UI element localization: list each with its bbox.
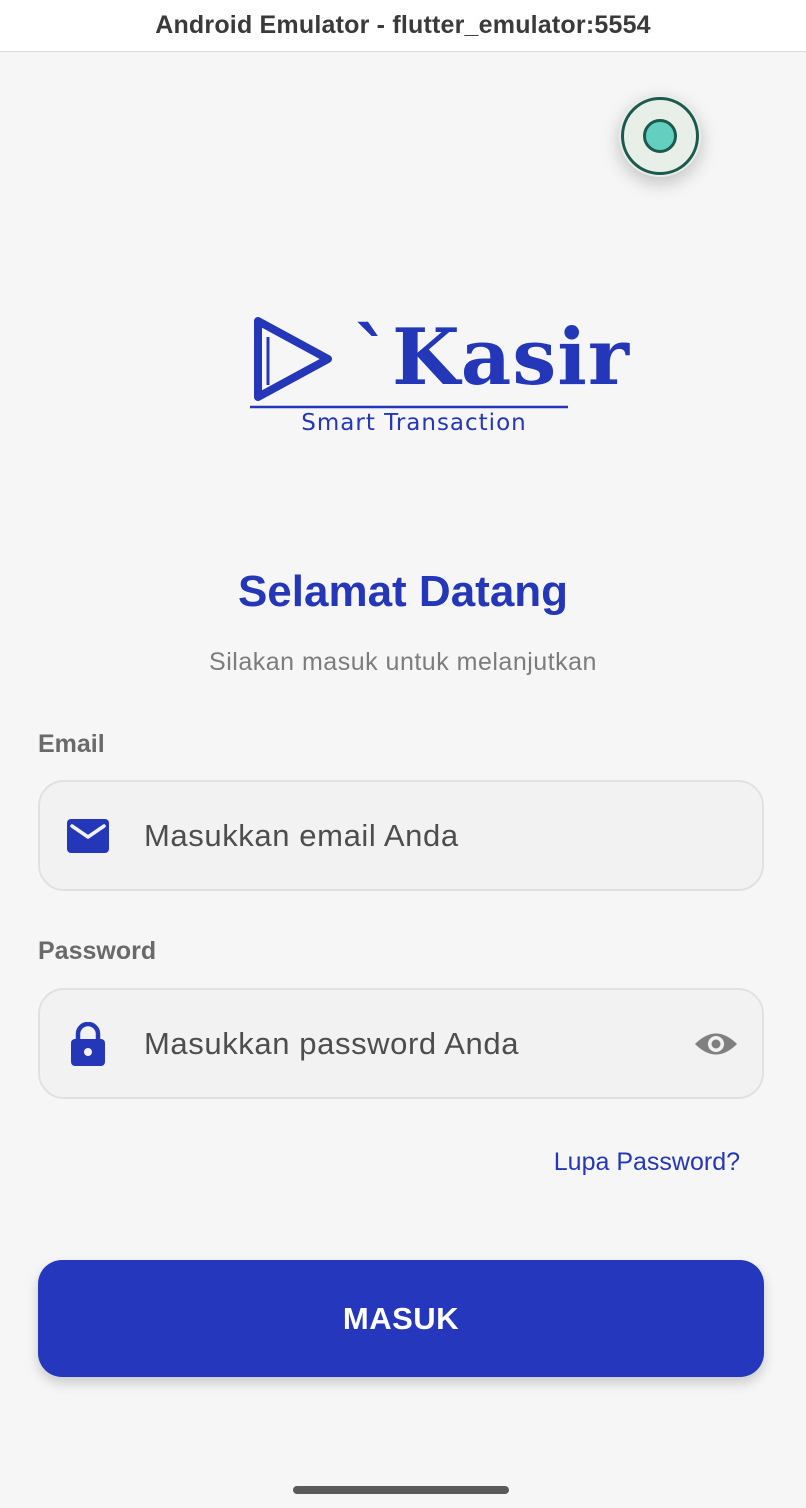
home-indicator[interactable] <box>293 1486 509 1494</box>
mail-icon <box>66 814 110 858</box>
password-label: Password <box>38 937 157 965</box>
email-input[interactable] <box>144 782 674 889</box>
welcome-subtitle: Silakan masuk untuk melanjutkan <box>209 648 597 676</box>
login-screen: `Kasir Smart Transaction Selamat Datang … <box>0 53 806 1508</box>
password-input[interactable] <box>144 990 674 1097</box>
lock-icon <box>66 1021 110 1066</box>
login-button[interactable]: MASUK <box>38 1260 764 1377</box>
email-label: Email <box>38 730 105 758</box>
window-title: Android Emulator - flutter_emulator:5554 <box>155 11 651 39</box>
welcome-title: Selamat Datang <box>237 567 569 616</box>
forgot-password-link[interactable]: Lupa Password? <box>554 1148 740 1177</box>
email-field[interactable] <box>38 780 764 891</box>
theme-toggle-button[interactable] <box>619 95 701 177</box>
app-logo: `Kasir Smart Transaction <box>246 313 629 443</box>
emulator-title-bar: Android Emulator - flutter_emulator:5554 <box>0 0 806 52</box>
theme-toggle-icon <box>621 97 699 175</box>
password-field[interactable] <box>38 988 764 1099</box>
logo-brand-name: `Kasir <box>352 312 630 403</box>
logo-tagline: Smart Transaction <box>301 410 527 436</box>
eye-icon[interactable] <box>692 1020 740 1068</box>
